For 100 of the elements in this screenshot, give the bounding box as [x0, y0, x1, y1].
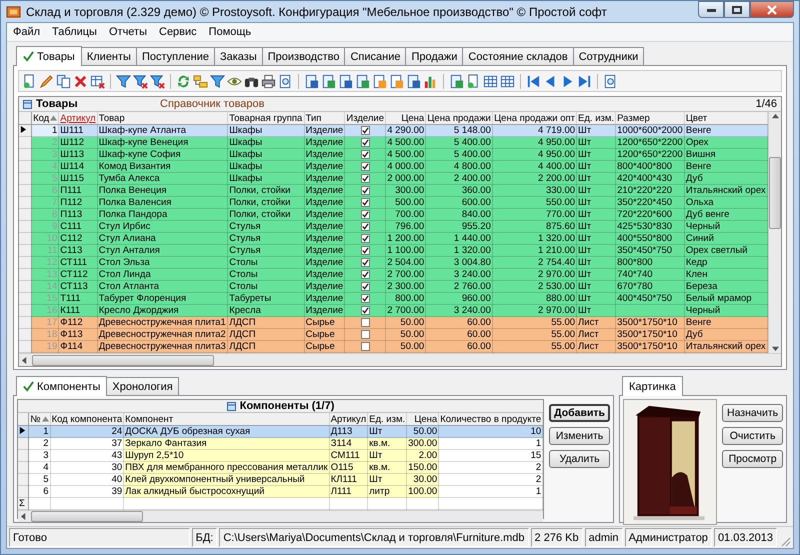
checkbox[interactable]	[360, 162, 370, 171]
menu-item[interactable]: Файл	[13, 26, 40, 38]
column-header[interactable]: Товарная группа	[228, 112, 304, 124]
table-row[interactable]: 9 С111 Стул Ирбис Стулья Изделие 796.00 955.20 875.60 Шт 425*530*830 Черный	[19, 220, 768, 232]
table-row[interactable]: 12 СТ111 Стол Эльза Столы Изделие 2 504.00 3 004.80 2 754.40 Шт 800*800 Кедр	[19, 256, 768, 268]
table-row[interactable]: 11 С113 Стул Анталия Стулья Изделие 1 100.00 1 320.00 1 210.00 Шт 350*450*750 Орех светлый	[19, 244, 768, 256]
tab[interactable]: Списание	[344, 47, 406, 65]
scrollbar[interactable]	[19, 353, 781, 366]
maximize-button[interactable]	[724, 1, 750, 18]
menu-item[interactable]: Таблицы	[52, 26, 97, 38]
last-record-icon[interactable]	[577, 74, 592, 88]
column-header[interactable]: Ед. изм.	[576, 112, 616, 124]
checkbox[interactable]	[360, 198, 370, 207]
scroll-left-icon[interactable]	[21, 356, 28, 364]
table-row[interactable]: 15 Т111 Табурет Флоренция Табуреты Изделие 800.00 960.00 880.00 Шт 400*450*750 Белый мрамор	[19, 292, 768, 304]
checkbox[interactable]	[360, 258, 370, 267]
column-header[interactable]: Цена продажи опт	[492, 112, 577, 124]
filter-icon[interactable]	[210, 74, 225, 88]
checkbox[interactable]	[360, 126, 370, 135]
column-header[interactable]: Код	[32, 112, 59, 124]
filter-clear-icon[interactable]	[150, 74, 165, 88]
filter-clear-icon[interactable]	[133, 74, 148, 88]
tab[interactable]: Хронология	[106, 377, 179, 395]
table-icon[interactable]	[483, 74, 498, 88]
scroll-left-icon[interactable]	[20, 513, 27, 520]
action-button[interactable]: Очистить	[722, 427, 784, 445]
tab[interactable]: Товары	[16, 46, 82, 66]
action-button[interactable]: Изменить	[549, 427, 610, 445]
menu-item[interactable]: Отчеты	[108, 26, 147, 38]
checkbox[interactable]	[360, 186, 370, 195]
table-delete-icon[interactable]	[90, 74, 105, 88]
checkbox[interactable]	[360, 222, 370, 231]
column-header[interactable]: Цвет	[684, 112, 768, 124]
table-row[interactable]: 3 43 Шуруп 2,5*10 СМ111 Шт 2.00 15	[18, 450, 543, 462]
table-row[interactable]: 13 СТ112 Стол Линда Столы Изделие 2 700.00 3 240.00 2 970.00 Шт 740*740 Клен	[19, 268, 768, 280]
tab[interactable]: Клиенты	[80, 47, 137, 65]
tab[interactable]: Компоненты	[16, 376, 108, 396]
table-row[interactable]: 18 Ф113 Древесностружечная плита2 ЛДСП Сырье 50.00 60.00 55.00 Лист 3500*1750*10 Дуб	[19, 328, 768, 340]
column-header[interactable]: №	[28, 413, 50, 426]
tab[interactable]: Сотрудники	[572, 47, 644, 65]
tab[interactable]: Картинка	[622, 376, 683, 396]
tab[interactable]: Поступление	[136, 47, 215, 65]
table-row[interactable]: 2 Ш112 Шкаф-купе Венеция Шкафы Изделие 4 500.00 5 400.00 4 950.00 Шт 1200*650*2200 Орех	[19, 136, 768, 148]
printer-icon[interactable]	[261, 74, 276, 88]
first-record-icon[interactable]	[526, 74, 541, 88]
table-row[interactable]: 5 40 Клей двухкомпонентный универсальный КЛ111 Шт 30.00 2	[18, 474, 543, 486]
table-row[interactable]: 17 Ф112 Древесностружечная плита1 ЛДСП Сырье 50.00 60.00 55.00 Лист 3500*1750*10 Венге	[19, 316, 768, 328]
menu-item[interactable]: Помощь	[208, 26, 252, 38]
checkbox[interactable]	[360, 330, 370, 339]
filter-icon[interactable]	[116, 74, 131, 88]
checkbox[interactable]	[360, 282, 370, 291]
column-header[interactable]: Цена	[386, 112, 426, 124]
column-header[interactable]: Ед. изм.	[368, 413, 407, 426]
table-row[interactable]: 6 П111 Полка Венеция Полки, стойки Изделие 300.00 360.00 330.00 Шт 210*220*220 Итальянский орех	[19, 184, 768, 196]
action-button[interactable]: Просмотр	[722, 450, 784, 468]
column-header[interactable]: Тип	[304, 112, 345, 124]
table-row[interactable]: 8 П113 Полка Пандора Полки, стойки Изделие 700.00 840.00 770.00 Шт 720*220*600 Дуб венге	[19, 208, 768, 220]
table-row[interactable]: 2 37 Зеркало Фантазия З114 кв.м. 300.00 1	[18, 438, 543, 450]
pencil-icon[interactable]	[39, 74, 54, 88]
delete-icon[interactable]	[73, 74, 88, 88]
column-header[interactable]: Изделие	[344, 112, 386, 124]
action-button[interactable]: Добавить	[549, 404, 610, 422]
tab[interactable]: Производство	[262, 47, 346, 65]
scrollbar[interactable]	[768, 112, 781, 353]
checkbox[interactable]	[360, 150, 370, 159]
table-row[interactable]: 4 30 ПВХ для мембранного прессования металлик О115 кв.м. 150.00 2	[18, 462, 543, 474]
scrollbar[interactable]	[18, 510, 544, 522]
column-header[interactable]: Цена	[406, 413, 439, 426]
folders-icon[interactable]	[193, 74, 208, 88]
checkbox[interactable]	[360, 138, 370, 147]
checkbox[interactable]	[360, 318, 370, 327]
table-row[interactable]: 14 СТ113 Стол Атланта Столы Изделие 2 300.00 2 760.00 2 530.00 Шт 670*780 Береза	[19, 280, 768, 292]
column-header[interactable]: Артикул	[329, 413, 368, 426]
tab[interactable]: Состояние складов	[462, 47, 574, 65]
copy-icon[interactable]	[56, 74, 71, 88]
checkbox[interactable]	[360, 306, 370, 315]
column-header[interactable]: Цена продажи	[426, 112, 492, 124]
checkbox[interactable]	[360, 234, 370, 243]
table-row[interactable]: 16 К111 Кресло Джорджия Кресла Изделие 2 700.00 3 240.00 2 970.00 Шт Черный	[19, 304, 768, 316]
table-row[interactable]: 6 39 Лак алкидный быстросохнущий Л111 литр 100.00 1	[18, 486, 543, 498]
column-header[interactable]: Артикул	[58, 112, 98, 124]
checkbox[interactable]	[360, 246, 370, 255]
table-icon[interactable]	[500, 74, 515, 88]
checkbox[interactable]	[360, 210, 370, 219]
action-button[interactable]: Назначить	[722, 404, 784, 422]
column-header[interactable]: Компонент	[124, 413, 330, 426]
menu-item[interactable]: Сервис	[159, 26, 197, 38]
table-row[interactable]: 1 Ш111 Шкаф-купе Атланта Шкафы Изделие 4 290.00 5 148.00 4 719.00 Шт 1000*600*2000 Венге	[19, 124, 768, 136]
tab[interactable]: Продажи	[405, 47, 464, 65]
table-row[interactable]: 4 Ш114 Комод Византия Шкафы Изделие 4 000.00 4 800.00 4 400.00 Шт 800*400*800 Венге	[19, 160, 768, 172]
checkbox[interactable]	[360, 270, 370, 279]
table-row[interactable]: 19 Ф114 Древесностружечная плита3 ЛДСП Сырье 50.00 60.00 55.00 Лист 3500*1750*10 Итальянский орех	[19, 340, 768, 352]
table-row[interactable]: 1 24 ДОСКА ДУБ обрезная сухая Д113 Шт 50.00 10	[18, 426, 543, 438]
minimize-button[interactable]	[698, 1, 724, 18]
checkbox[interactable]	[360, 174, 370, 183]
checkbox[interactable]	[360, 342, 370, 351]
column-header[interactable]: Товар	[97, 112, 228, 124]
table-row[interactable]: 3 Ш113 Шкаф-купе София Шкафы Изделие 4 500.00 5 400.00 4 950.00 Шт 1200*650*2200 Вишня	[19, 148, 768, 160]
refresh-icon[interactable]	[176, 74, 191, 88]
column-header[interactable]: Код компонента	[50, 413, 124, 426]
